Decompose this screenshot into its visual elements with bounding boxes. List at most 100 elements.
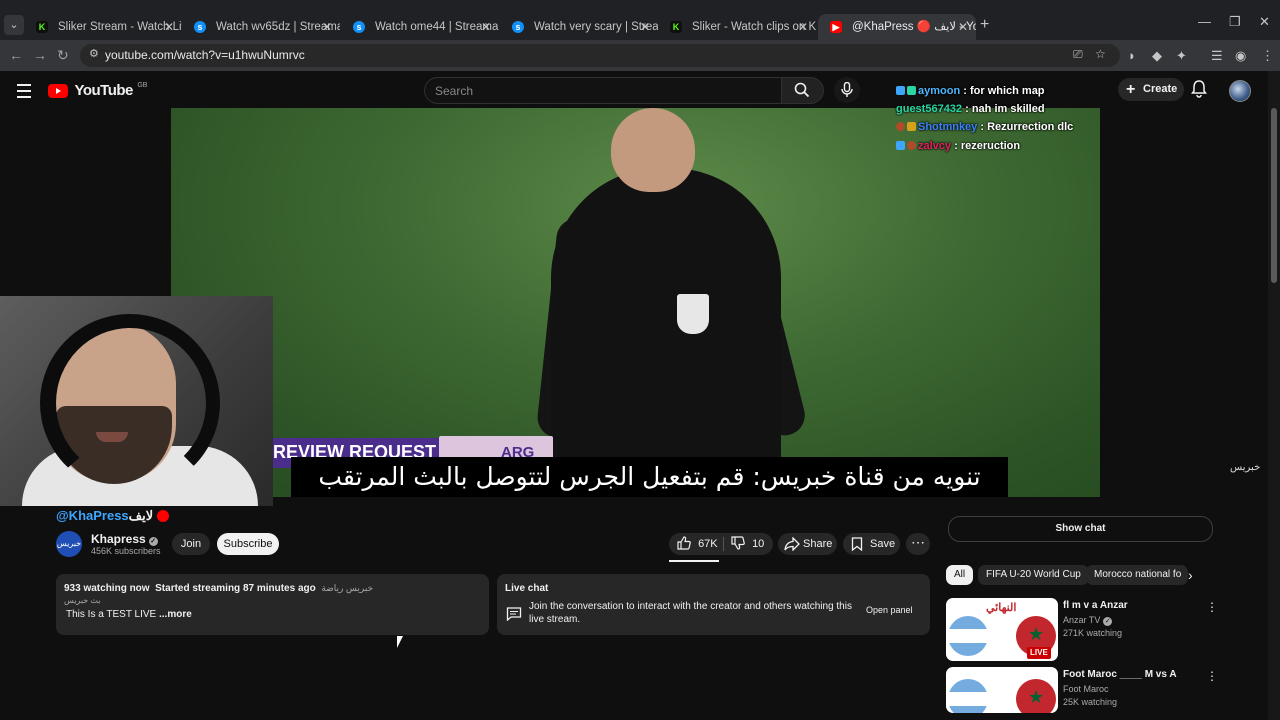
dislike-button[interactable]: 10 [731, 533, 764, 555]
subscriber-count: 456K subscribers [91, 546, 161, 556]
red-circle-icon [157, 510, 170, 522]
chat-message: aymoon : for which map [896, 82, 1073, 100]
bookmark-star-icon[interactable]: ☆ [1095, 47, 1106, 61]
like-divider [723, 537, 724, 551]
youtube-logo[interactable]: YouTube GB [48, 82, 147, 100]
description-stats: 933 watching now Started streaming 87 mi… [64, 583, 373, 594]
channel-avatar[interactable]: خبريس [56, 531, 82, 557]
new-tab-button[interactable]: + [980, 16, 989, 34]
verified-icon: ✓ [1103, 617, 1113, 626]
video-thumbnail[interactable] [946, 667, 1058, 713]
chat-badge-icon [896, 140, 905, 150]
address-bar[interactable]: ⚙ youtube.com/watch?v=u1hwuNumrvc ⎚ ☆ [80, 44, 1120, 67]
close-icon[interactable]: ✕ [958, 14, 968, 40]
install-icon[interactable]: ⎚ [1073, 47, 1083, 62]
video-title[interactable]: Foot Maroc ____ M vs A [1063, 669, 1193, 680]
close-icon[interactable]: ✕ [798, 14, 808, 40]
more-vert-icon[interactable]: ⋮ [1206, 669, 1218, 683]
search-placeholder: Search [435, 84, 474, 98]
forward-icon[interactable]: → [33, 47, 47, 63]
search-input[interactable]: Search [424, 77, 782, 104]
video-title[interactable]: fl m v a Anzar [1063, 600, 1193, 611]
chip-morocco[interactable]: Morocco national fo [1086, 565, 1188, 585]
streamable-icon: s [512, 21, 524, 33]
restore-icon[interactable]: ❐ [1229, 14, 1241, 30]
browser-tab-active[interactable]: ▶ @KhaPress 🔴 لايف - YouTube ✕ [818, 14, 976, 40]
address-toolbar: ← → ↻ ⚙ youtube.com/watch?v=u1hwuNumrvc … [0, 40, 1280, 71]
browser-tab[interactable]: s Watch very scary | Streamable ✕ [500, 14, 658, 40]
chat-badge-icon [907, 122, 916, 132]
like-button[interactable]: 67K [677, 533, 718, 555]
save-button[interactable]: Save [843, 533, 900, 555]
chevron-right-icon[interactable]: › [1188, 567, 1193, 583]
description-box[interactable]: 933 watching now Started streaming 87 mi… [56, 574, 489, 635]
dislike-count: 10 [752, 538, 765, 550]
chat-badge-icon [896, 86, 905, 95]
watching-count: 933 watching now [64, 583, 150, 594]
chat-message: Shotmnkey : Rezurrection dlc [896, 118, 1073, 136]
back-icon[interactable]: ← [9, 47, 23, 63]
video-channel[interactable]: Foot Maroc [1063, 684, 1109, 694]
referee-head [611, 108, 695, 192]
profile-icon[interactable]: ◉ [1235, 48, 1246, 64]
tab-search-button[interactable]: ⌄ [4, 15, 24, 35]
title-handle[interactable]: @KhaPress [56, 508, 129, 523]
guide-menu-icon[interactable] [17, 84, 31, 102]
video-player[interactable]: REVIEW REQUEST ARG [171, 108, 1100, 497]
referee-figure [551, 168, 781, 497]
browser-tab[interactable]: K Sliker - Watch clips on Kick ✕ [658, 14, 816, 40]
open-panel-button[interactable]: Open panel [866, 605, 913, 615]
url-text[interactable]: youtube.com/watch?v=u1hwuNumrvc [105, 48, 305, 62]
video-meta: 271K watching [1063, 628, 1123, 638]
save-label: Save [870, 538, 896, 550]
chat-username: aymoon [918, 85, 961, 97]
search-button[interactable] [781, 77, 824, 104]
chip-all[interactable]: All [946, 565, 974, 585]
video-channel-text[interactable]: Anzar TV [1063, 615, 1100, 625]
chat-badge-icon [907, 140, 916, 150]
video-channel[interactable]: Anzar TV ✓ [1063, 615, 1113, 626]
verified-icon: ✓ [148, 537, 158, 546]
tab-groups-icon[interactable]: ☰ [1211, 48, 1223, 64]
show-chat-button[interactable]: Show chat [948, 516, 1213, 542]
video-title: @KhaPressلايف [56, 508, 170, 524]
channel-name-text[interactable]: Khapress [91, 532, 146, 546]
title-live: لايف [128, 508, 154, 523]
chat-bubble-icon [506, 607, 522, 621]
close-icon[interactable]: ✕ [640, 14, 650, 40]
more-vert-icon[interactable]: ⋮ [1206, 600, 1218, 614]
site-info-icon[interactable]: ⚙ [89, 47, 99, 60]
scrollbar-thumb[interactable] [1271, 108, 1277, 283]
browser-tab[interactable]: s Watch ome44 | Streamable ✕ [341, 14, 499, 40]
streamable-icon: s [353, 21, 365, 33]
chat-message: zalvcy : rezeruction [896, 137, 1073, 155]
live-chat-header: Live chat [505, 583, 549, 594]
browser-tab[interactable]: s Watch wv65dz | Streamable ✕ [182, 14, 340, 40]
voice-search-button[interactable] [834, 77, 860, 103]
search-icon [794, 82, 810, 98]
channel-name[interactable]: Khapress ✓ [91, 532, 158, 546]
close-icon[interactable]: ✕ [164, 14, 174, 40]
browser-tab[interactable]: K Sliker Stream - Watch Live on K ✕ [24, 14, 182, 40]
close-window-icon[interactable]: ✕ [1259, 14, 1270, 30]
extension-icon[interactable]: ◗ [1128, 48, 1136, 63]
close-icon[interactable]: ✕ [481, 14, 491, 40]
extension-icon[interactable]: ◆ [1152, 48, 1162, 64]
create-button[interactable]: + Create [1118, 78, 1184, 101]
browser-menu-icon[interactable]: ⋮ [1261, 48, 1274, 64]
subscribe-button[interactable]: Subscribe [217, 533, 279, 555]
extensions-puzzle-icon[interactable]: ✦ [1176, 48, 1187, 64]
share-button[interactable]: Share [778, 533, 837, 555]
more-link[interactable]: ...more [159, 609, 192, 620]
plus-icon: + [1126, 81, 1136, 98]
join-button[interactable]: Join [172, 533, 210, 555]
notifications-button[interactable] [1191, 80, 1207, 103]
more-actions-icon[interactable]: ⋯ [906, 533, 930, 555]
account-avatar[interactable] [1229, 80, 1251, 102]
close-icon[interactable]: ✕ [322, 14, 332, 40]
chip-fifa-u20[interactable]: FIFA U-20 World Cup [978, 565, 1089, 585]
video-watermark: خبريس [1230, 462, 1261, 473]
minimize-icon[interactable]: — [1198, 14, 1211, 29]
mouse-cursor-icon [397, 636, 403, 648]
reload-icon[interactable]: ↻ [57, 47, 69, 64]
